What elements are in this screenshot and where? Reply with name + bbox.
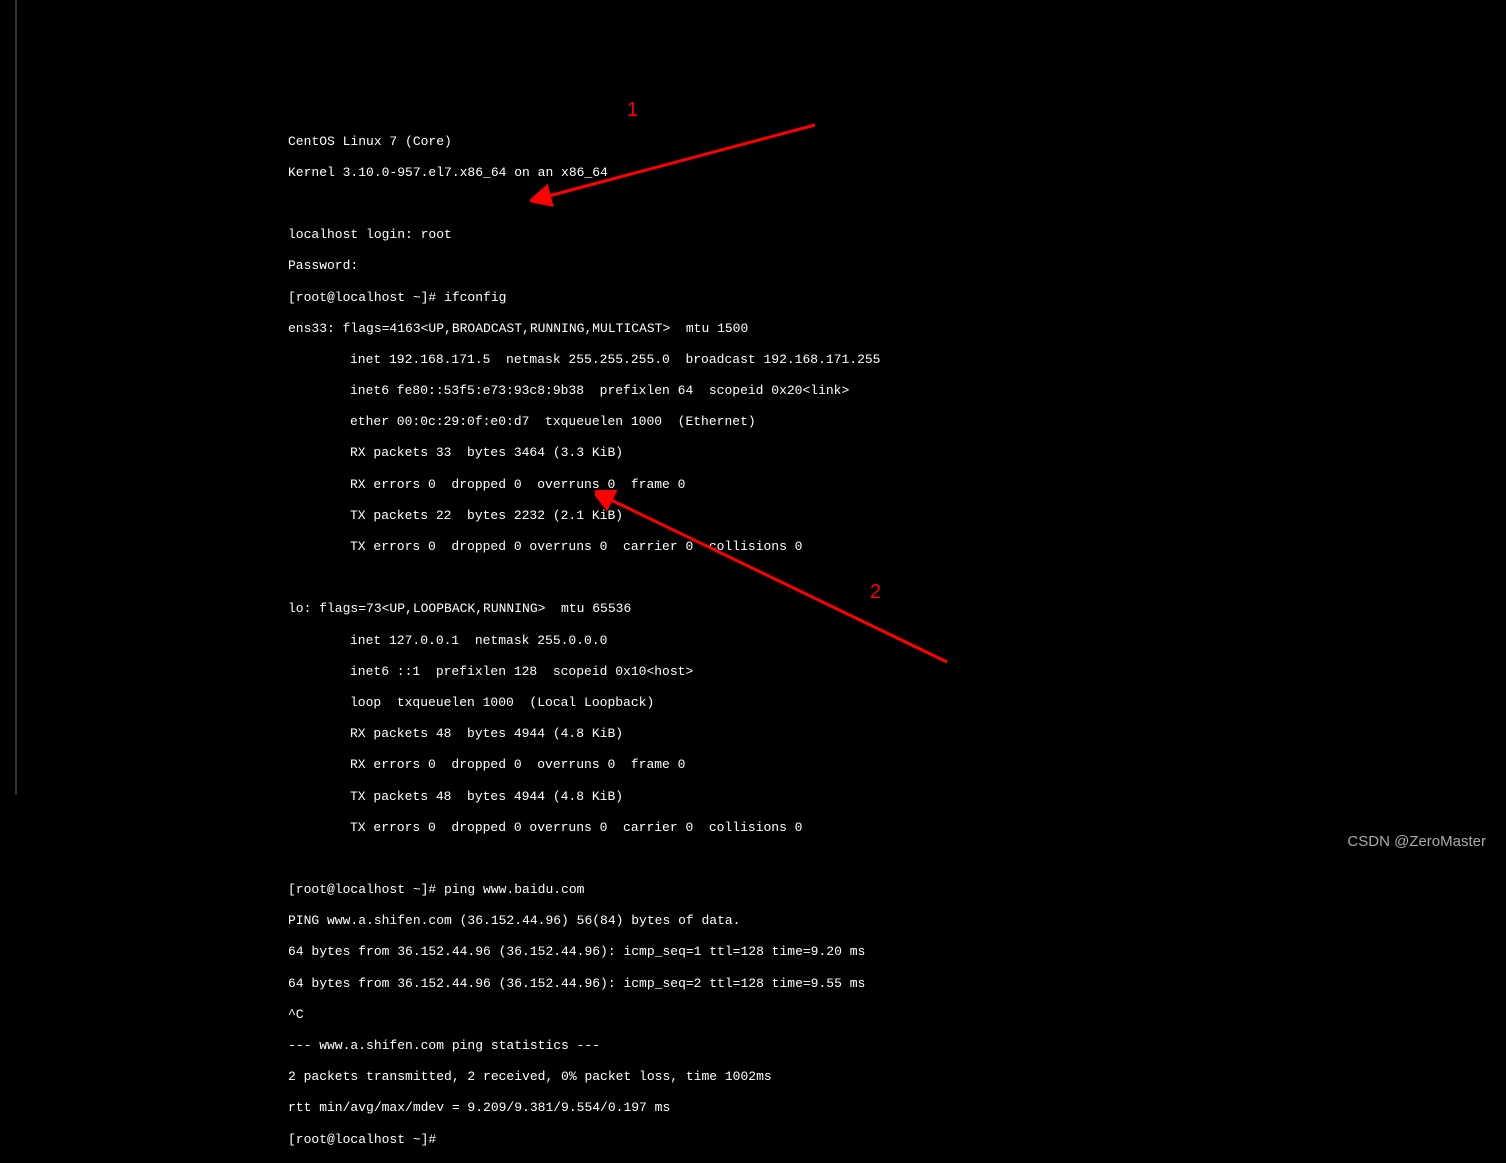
ping-stats-header: --- www.a.shifen.com ping statistics ---: [288, 1038, 881, 1054]
ctrl-c: ^C: [288, 1007, 881, 1023]
ping-reply-2: 64 bytes from 36.152.44.96 (36.152.44.96…: [288, 976, 881, 992]
blank: [288, 851, 881, 867]
ens33-rx-packets: RX packets 33 bytes 3464 (3.3 KiB): [288, 445, 881, 461]
password-prompt: Password:: [288, 258, 881, 274]
ens33-inet: inet 192.168.171.5 netmask 255.255.255.0…: [288, 352, 881, 368]
annotation-arrow-1-icon: [530, 105, 830, 215]
annotation-label-2: 2: [870, 580, 881, 604]
ens33-ether: ether 00:0c:29:0f:e0:d7 txqueuelen 1000 …: [288, 414, 881, 430]
window-border: [15, 0, 17, 795]
ens33-inet6: inet6 fe80::53f5:e73:93c8:9b38 prefixlen…: [288, 383, 881, 399]
ping-stats-rtt: rtt min/avg/max/mdev = 9.209/9.381/9.554…: [288, 1100, 881, 1116]
login-prompt: localhost login: root: [288, 227, 881, 243]
ping-stats-packets: 2 packets transmitted, 2 received, 0% pa…: [288, 1069, 881, 1085]
lo-tx-packets: TX packets 48 bytes 4944 (4.8 KiB): [288, 789, 881, 805]
ens33-header: ens33: flags=4163<UP,BROADCAST,RUNNING,M…: [288, 321, 881, 337]
watermark: CSDN @ZeroMaster: [1347, 833, 1486, 851]
lo-rx-packets: RX packets 48 bytes 4944 (4.8 KiB): [288, 726, 881, 742]
ping-header: PING www.a.shifen.com (36.152.44.96) 56(…: [288, 913, 881, 929]
prompt-idle: [root@localhost ~]#: [288, 1132, 881, 1148]
annotation-label-1: 1: [627, 98, 638, 122]
lo-rx-errors: RX errors 0 dropped 0 overruns 0 frame 0: [288, 757, 881, 773]
lo-tx-errors: TX errors 0 dropped 0 overruns 0 carrier…: [288, 820, 881, 836]
annotation-arrow-2-icon: [595, 490, 965, 670]
lo-loop: loop txqueuelen 1000 (Local Loopback): [288, 695, 881, 711]
command-ping: [root@localhost ~]# ping www.baidu.com: [288, 882, 881, 898]
ping-reply-1: 64 bytes from 36.152.44.96 (36.152.44.96…: [288, 944, 881, 960]
command-ifconfig: [root@localhost ~]# ifconfig: [288, 290, 881, 306]
